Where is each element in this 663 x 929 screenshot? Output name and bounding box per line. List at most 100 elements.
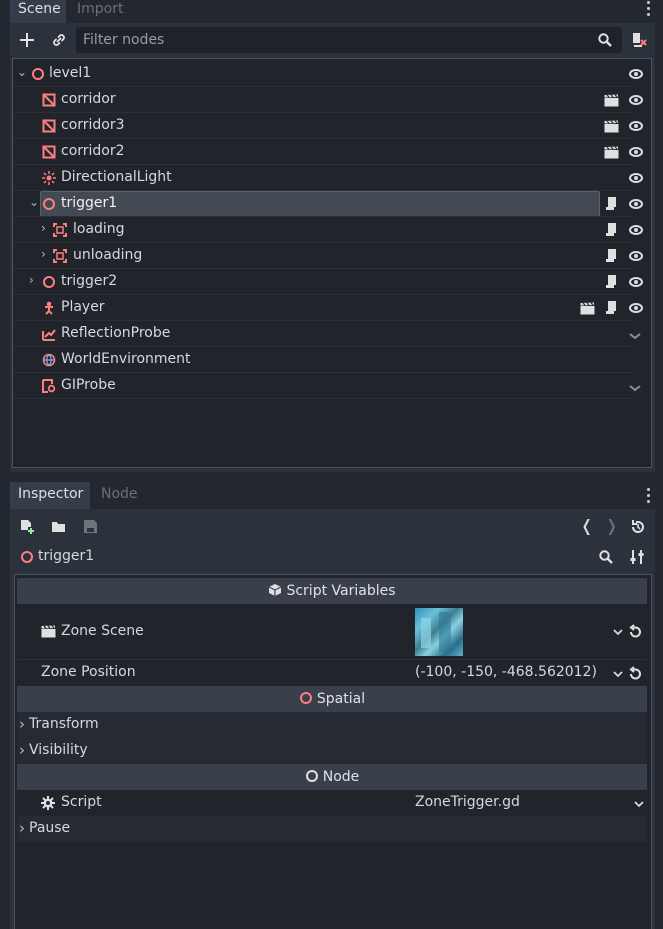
zone-position-value[interactable]: (-100, -150, -468.562012)	[415, 664, 597, 680]
tree-label: unloading	[73, 247, 143, 263]
tree-row-level1[interactable]: ⌄ level1	[13, 61, 635, 87]
save-icon[interactable]	[83, 519, 98, 534]
chevron-down-icon[interactable]: ⌄	[29, 195, 39, 209]
tree-label: GIProbe	[61, 377, 116, 393]
open-scene-icon[interactable]	[604, 120, 619, 133]
zone-scene-thumbnail[interactable]	[415, 608, 463, 656]
tree-row-directionallight[interactable]: DirectionalLight	[13, 165, 635, 191]
group-visibility[interactable]: › Visibility	[17, 738, 647, 764]
remote-scene-icon[interactable]	[630, 31, 648, 49]
group-label: Pause	[29, 820, 71, 836]
group-pause[interactable]: › Pause	[17, 816, 647, 842]
object-properties-icon[interactable]	[629, 549, 645, 565]
history-forward-icon[interactable]: ❭	[605, 516, 618, 535]
open-folder-icon[interactable]	[51, 520, 67, 534]
visibility-eye-icon[interactable]	[629, 173, 643, 183]
visibility-eye-icon[interactable]	[629, 147, 643, 157]
tab-inspector[interactable]: Inspector	[10, 482, 90, 509]
packed-scene-icon	[41, 625, 56, 638]
group-transform[interactable]: › Transform	[17, 712, 647, 738]
tree-row-corridor[interactable]: corridor	[13, 87, 635, 113]
scene-dock-menu-icon[interactable]	[647, 1, 651, 17]
tree-row-giprobe[interactable]: GIProbe	[13, 373, 635, 399]
revert-icon[interactable]	[628, 666, 643, 681]
inspector-dock-menu-icon[interactable]	[647, 488, 651, 504]
tree-row-worldenvironment[interactable]: WorldEnvironment	[13, 347, 635, 373]
chevron-down-icon[interactable]: ⌄	[17, 65, 27, 79]
script-icon[interactable]	[605, 196, 618, 211]
section-title: Spatial	[316, 691, 366, 707]
gear-icon	[41, 796, 55, 810]
chevron-down-icon[interactable]	[613, 628, 623, 636]
prop-row-script[interactable]: Script ZoneTrigger.gd	[17, 790, 647, 816]
section-title: Script Variables	[286, 583, 396, 599]
visibility-eye-icon[interactable]	[629, 225, 643, 235]
revert-icon[interactable]	[628, 624, 643, 639]
chevron-right-icon[interactable]: ›	[41, 247, 46, 261]
tree-label: Player	[61, 299, 105, 315]
visibility-eye-icon[interactable]	[629, 121, 643, 131]
chevron-right-icon[interactable]: ›	[29, 273, 34, 287]
spatial-node-icon	[32, 68, 44, 80]
prop-row-zone-position[interactable]: Zone Position (-100, -150, -468.562012)	[17, 660, 647, 686]
tree-row-corridor2[interactable]: corridor2	[13, 139, 635, 165]
tree-row-player[interactable]: Player	[13, 295, 635, 321]
search-icon	[598, 33, 612, 47]
tab-import[interactable]: Import	[69, 0, 133, 23]
history-back-icon[interactable]: ❬	[580, 516, 593, 535]
chevron-down-icon[interactable]	[613, 670, 623, 678]
history-icon[interactable]	[630, 519, 646, 535]
section-title: Node	[322, 769, 360, 785]
tree-label: trigger2	[61, 273, 118, 289]
tree-label: corridor	[61, 91, 116, 107]
visibility-eye-icon[interactable]	[629, 277, 643, 287]
visibility-eye-icon[interactable]	[629, 69, 643, 79]
open-scene-icon[interactable]	[604, 146, 619, 159]
kinematic-body-icon	[45, 301, 53, 315]
open-scene-icon[interactable]	[604, 94, 619, 107]
tree-row-reflectionprobe[interactable]: ReflectionProbe	[13, 321, 635, 347]
area-icon	[53, 249, 67, 263]
visibility-eye-icon[interactable]	[629, 251, 643, 261]
filter-nodes-field[interactable]	[76, 27, 622, 53]
chevron-down-icon[interactable]	[628, 331, 642, 341]
filter-nodes-input[interactable]	[76, 27, 596, 53]
mesh-icon	[42, 119, 56, 133]
script-icon[interactable]	[605, 248, 618, 263]
open-scene-icon[interactable]	[580, 302, 595, 315]
chevron-right-icon[interactable]: ›	[41, 221, 46, 235]
tree-row-trigger2[interactable]: › trigger2	[13, 269, 635, 295]
search-icon[interactable]	[598, 549, 614, 565]
section-script-variables[interactable]: Script Variables	[17, 578, 647, 604]
spatial-node-icon	[299, 692, 312, 704]
script-icon[interactable]	[605, 222, 618, 237]
chevron-right-icon: ›	[19, 715, 25, 733]
visibility-eye-icon[interactable]	[629, 303, 643, 313]
cube-icon	[269, 584, 282, 596]
mesh-icon	[42, 93, 56, 107]
tab-node[interactable]: Node	[93, 482, 143, 509]
prop-row-zone-scene[interactable]: Zone Scene	[17, 604, 647, 660]
tree-row-unloading[interactable]: › unloading	[13, 243, 635, 269]
light-icon	[42, 171, 56, 185]
script-icon[interactable]	[605, 274, 618, 289]
tree-row-loading[interactable]: › loading	[13, 217, 635, 243]
globe-icon	[42, 353, 56, 367]
script-icon[interactable]	[605, 300, 618, 315]
visibility-eye-icon[interactable]	[629, 199, 643, 209]
tab-scene[interactable]: Scene	[10, 0, 66, 23]
node-icon	[305, 770, 318, 782]
chevron-down-icon[interactable]	[634, 800, 644, 808]
chevron-down-icon[interactable]	[628, 383, 642, 393]
tree-row-corridor3[interactable]: corridor3	[13, 113, 635, 139]
section-spatial[interactable]: Spatial	[17, 686, 647, 712]
section-node[interactable]: Node	[17, 764, 647, 790]
tree-row-trigger1[interactable]: ⌄ trigger1	[13, 191, 635, 217]
gi-probe-icon	[42, 379, 56, 393]
visibility-eye-icon[interactable]	[629, 95, 643, 105]
new-resource-icon[interactable]	[19, 519, 35, 535]
prop-label: Zone Scene	[61, 623, 144, 639]
link-icon[interactable]	[51, 32, 67, 48]
script-value[interactable]: ZoneTrigger.gd	[415, 794, 520, 810]
add-node-icon[interactable]	[19, 32, 35, 48]
